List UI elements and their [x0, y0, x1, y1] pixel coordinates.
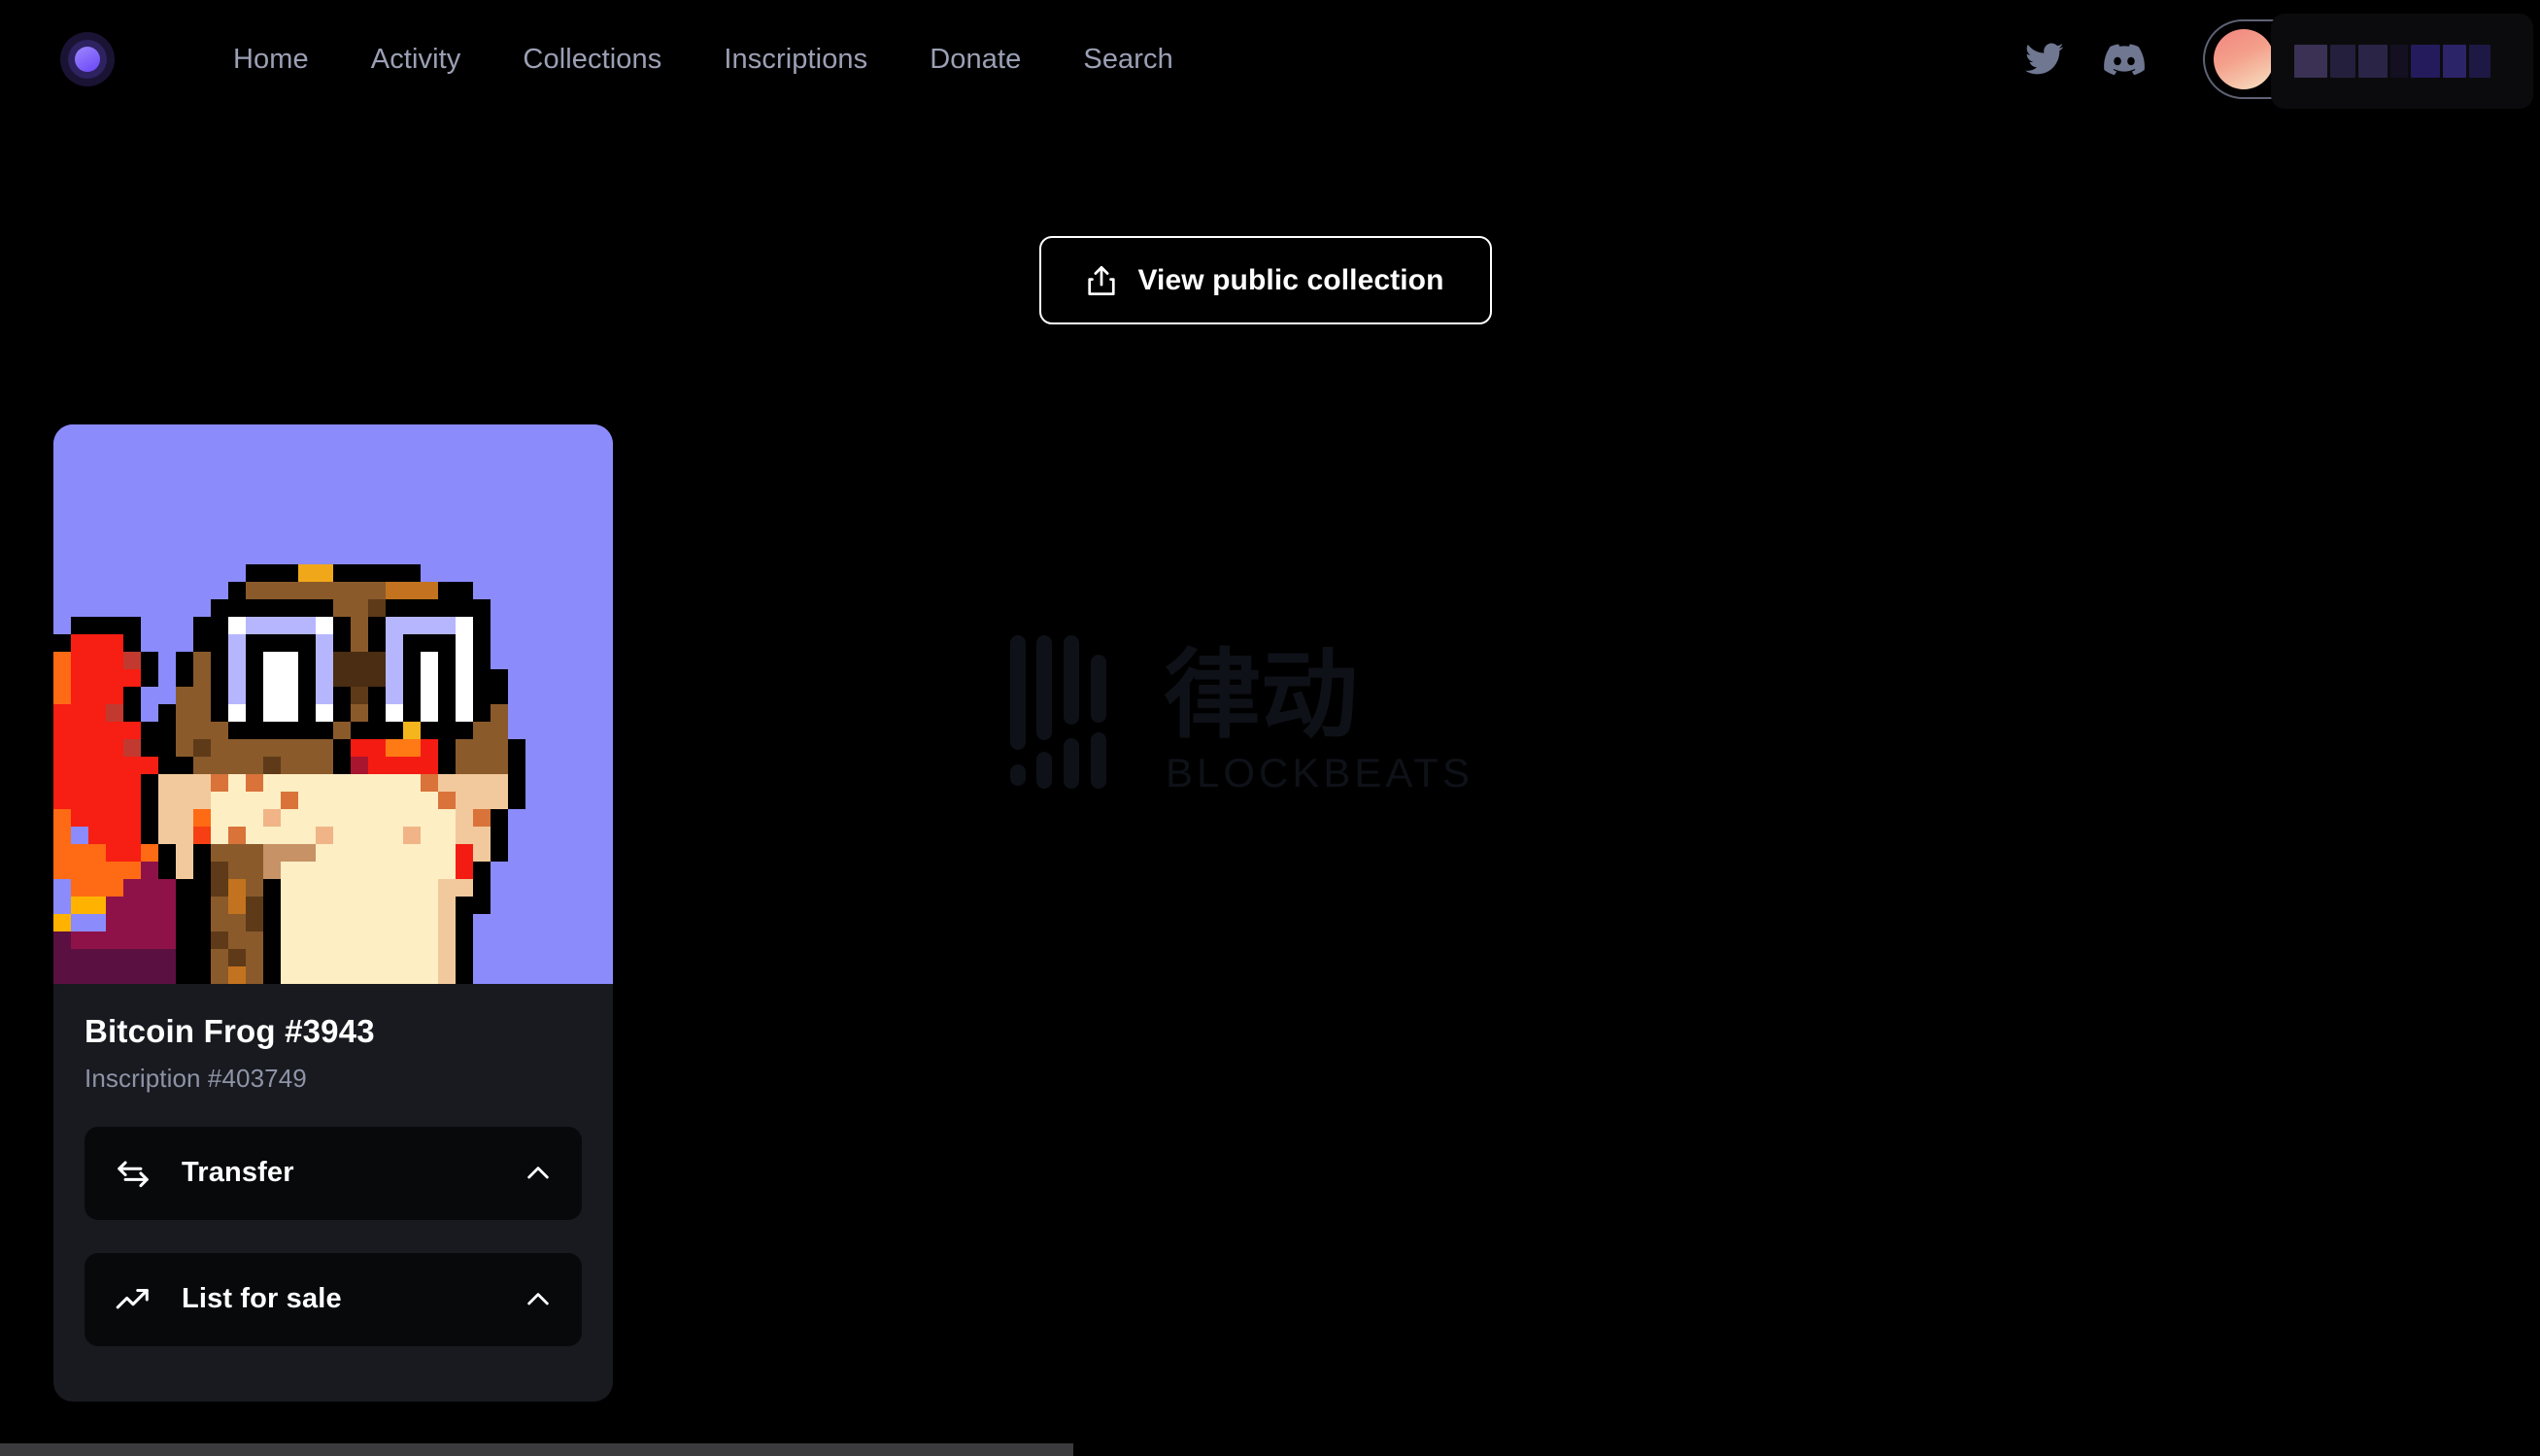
navbar-right-group [2022, 19, 2540, 99]
inscription-id: Inscription #403749 [85, 1064, 582, 1094]
view-public-collection-label: View public collection [1137, 264, 1443, 297]
page-title: Bitcoin Frog #3943 [85, 1013, 582, 1050]
transfer-button[interactable]: Transfer [85, 1127, 582, 1220]
nav-link-collections[interactable]: Collections [491, 38, 693, 82]
trending-up-icon [114, 1280, 152, 1319]
nav-link-inscriptions[interactable]: Inscriptions [693, 38, 898, 82]
discord-icon[interactable] [2102, 37, 2147, 82]
nft-card-body: Bitcoin Frog #3943 Inscription #403749 T… [53, 984, 613, 1346]
nav-link-donate[interactable]: Donate [898, 38, 1052, 82]
primary-navigation: Home Activity Collections Inscriptions D… [202, 38, 1204, 82]
view-public-collection-button[interactable]: View public collection [1039, 236, 1492, 324]
list-for-sale-label: List for sale [182, 1283, 342, 1315]
transfer-label: Transfer [182, 1157, 294, 1189]
bitcoin-frog-pixel-art [53, 424, 613, 984]
top-navbar: Home Activity Collections Inscriptions D… [0, 0, 2540, 119]
transfer-arrows-icon [114, 1154, 152, 1193]
blockbeats-watermark: 律动 BLOCKBEATS [1008, 614, 1523, 808]
avatar [2214, 29, 2274, 89]
chevron-up-icon[interactable] [522, 1283, 555, 1316]
svg-text:律动: 律动 [1164, 638, 1358, 752]
svg-text:BLOCKBEATS: BLOCKBEATS [1166, 750, 1473, 796]
wallet-button[interactable] [2203, 19, 2484, 99]
wallet-address-redacted [2289, 43, 2472, 76]
chevron-up-icon[interactable] [522, 1157, 555, 1190]
logo-ring [68, 40, 107, 79]
horizontal-scrollbar-thumb[interactable] [0, 1443, 1073, 1456]
list-for-sale-button[interactable]: List for sale [85, 1253, 582, 1346]
nft-card[interactable]: Bitcoin Frog #3943 Inscription #403749 T… [53, 424, 613, 1402]
logo-circles-icon[interactable] [60, 32, 115, 86]
logo-core [75, 47, 100, 72]
share-icon [1087, 264, 1116, 297]
horizontal-scrollbar-track[interactable] [0, 1439, 2540, 1456]
navbar-left-group: Home Activity Collections Inscriptions D… [0, 32, 1204, 86]
nav-link-home[interactable]: Home [202, 38, 340, 82]
twitter-icon[interactable] [2022, 37, 2067, 82]
nav-link-search[interactable]: Search [1052, 38, 1204, 82]
nav-link-activity[interactable]: Activity [340, 38, 492, 82]
